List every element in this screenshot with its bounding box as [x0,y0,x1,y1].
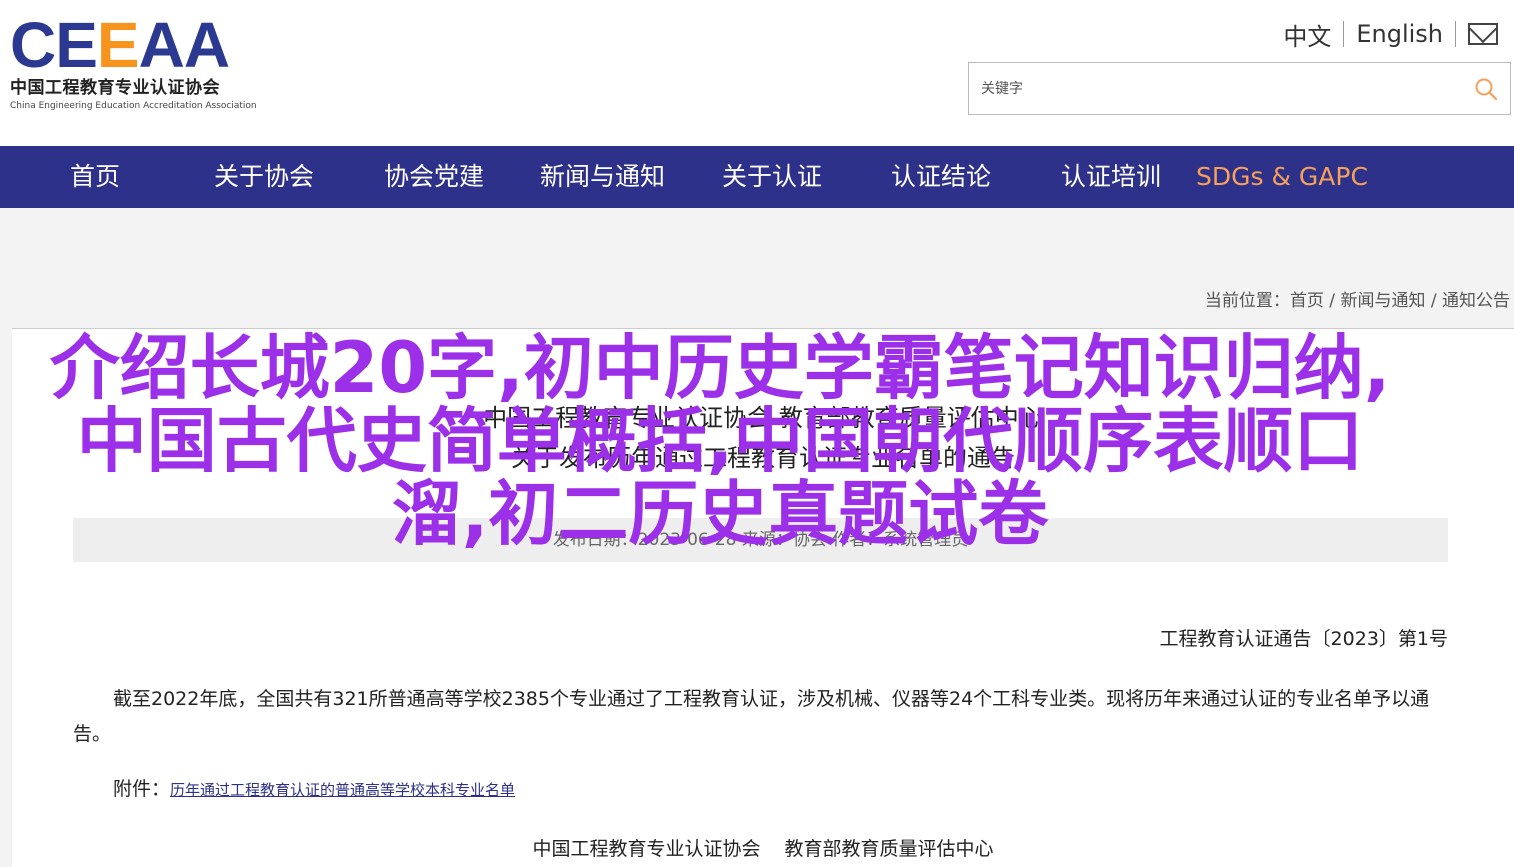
nav-item-training[interactable]: 认证培训 [1061,146,1161,208]
breadcrumb-notices[interactable]: 通知公告 [1442,291,1510,311]
search-icon[interactable] [1474,77,1498,101]
nav-item-home[interactable]: 首页 [70,146,120,208]
breadcrumb-home[interactable]: 首页 [1290,291,1324,311]
nav-item-news[interactable]: 新闻与通知 [540,146,665,208]
article-signature: 中国工程教育专业认证协会 教育部教育质量评估中心 [12,834,1514,861]
site-logo[interactable]: CEEAA 中国工程教育专业认证协会 China Engineering Edu… [10,12,270,117]
attachment: 附件：历年通过工程教育认证的普通高等学校本科专业名单 [113,774,515,801]
mail-icon[interactable] [1468,23,1498,45]
main-nav: 首页 关于协会 协会党建 新闻与通知 关于认证 认证结论 认证培训 SDGs &… [0,146,1514,208]
breadcrumb-news[interactable]: 新闻与通知 [1340,291,1425,311]
nav-item-about[interactable]: 关于协会 [214,146,314,208]
site-header: CEEAA 中国工程教育专业认证协会 China Engineering Edu… [0,0,1514,146]
signature-org2: 教育部教育质量评估中心 [784,838,994,860]
search-box [968,62,1511,115]
lang-en-link[interactable]: English [1356,20,1443,48]
nav-item-sdgs[interactable]: SDGs & GAPC [1196,146,1368,208]
article-paragraph: 截至2022年底，全国共有321所普通高等学校2385个专业通过了工程教育认证，… [73,688,1430,745]
document-number: 工程教育认证通告〔2023〕第1号 [1159,628,1448,650]
nav-item-conclusions[interactable]: 认证结论 [891,146,991,208]
logo-mark: CEEAA [10,9,230,81]
lang-cn-link[interactable]: 中文 [1283,17,1331,52]
nav-item-party[interactable]: 协会党建 [384,146,484,208]
nav-item-accreditation[interactable]: 关于认证 [722,146,822,208]
lang-divider [1455,21,1456,47]
lang-divider [1343,21,1345,47]
logo-name-cn: 中国工程教育专业认证协会 [10,78,220,98]
breadcrumb-separator: / [1425,291,1442,311]
breadcrumb: 当前位置：首页 / 新闻与通知 / 通知公告 [1205,286,1510,311]
breadcrumb-separator: / [1323,291,1341,311]
search-input[interactable] [969,63,1449,114]
signature-org1: 中国工程教育专业认证协会 [532,838,761,860]
attachment-link[interactable]: 历年通过工程教育认证的普通高等学校本科专业名单 [170,781,515,799]
language-switcher: 中文 English [1283,17,1498,52]
attachment-label: 附件： [113,778,171,800]
breadcrumb-prefix: 当前位置： [1204,291,1290,311]
overlay-headline: 介绍长城20字,初中历史学霸笔记知识归纳,中国古代史简单概括,中国朝代顺序表顺口… [49,327,1391,555]
logo-name-en: China Engineering Education Accreditatio… [10,101,257,111]
